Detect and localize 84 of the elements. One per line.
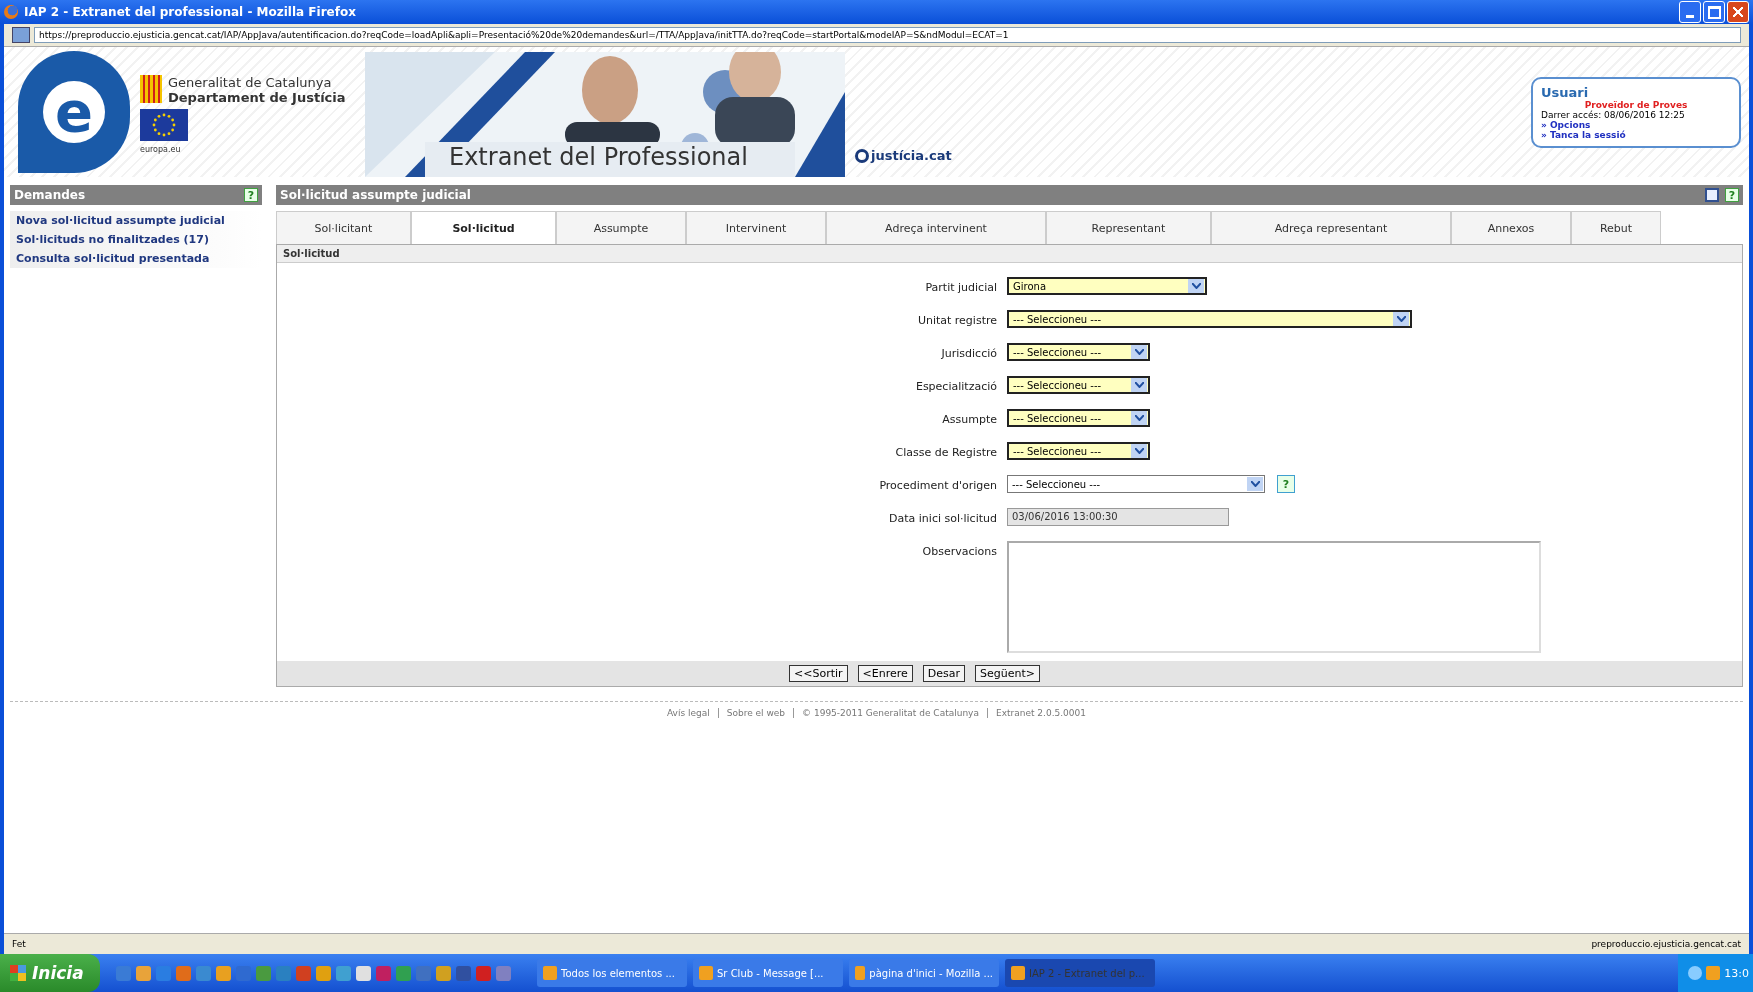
minimize-button[interactable] (1679, 1, 1701, 23)
field-label: Classe de Registre (894, 445, 998, 461)
eu-label: europa.eu (140, 145, 182, 154)
app-icon[interactable] (336, 965, 351, 981)
field-label: Data inici sol·licitud (888, 511, 998, 527)
app-icon[interactable] (456, 965, 471, 981)
site-logo: justícia.cat (871, 148, 952, 163)
tab[interactable]: Annexos (1451, 211, 1571, 244)
dropdown[interactable]: --- Seleccioneu --- (1007, 310, 1412, 328)
section-title: Sol·licitud (277, 245, 1742, 263)
app-icon[interactable] (216, 965, 231, 981)
windows-logo-icon (10, 965, 26, 981)
tab[interactable]: Representant (1046, 211, 1211, 244)
dropdown[interactable]: Girona (1007, 277, 1207, 295)
dropdown[interactable]: --- Seleccioneu --- (1007, 376, 1150, 394)
help-button[interactable]: ? (1725, 188, 1739, 202)
field-label: Jurisdicció (940, 346, 998, 362)
app-icon[interactable] (316, 965, 331, 981)
save-icon[interactable] (1705, 188, 1719, 202)
tray-icon[interactable] (1688, 966, 1703, 980)
firefox-icon (4, 5, 18, 19)
form-button[interactable]: Següent> (975, 665, 1040, 682)
window-title: IAP 2 - Extranet del professional - Mozilla Firefox (24, 5, 357, 19)
footer-link[interactable]: Extranet 2.0.5.0001 (995, 708, 1087, 718)
status-host: preproduccio.ejusticia.gencat.cat (1591, 939, 1741, 949)
app-icon[interactable] (176, 965, 191, 981)
last-access: Darrer accés: 08/06/2016 12:25 (1541, 109, 1686, 120)
eu-flag-icon (140, 109, 188, 141)
tab[interactable]: Assumpte (556, 211, 686, 244)
app-icon (855, 966, 866, 980)
page-icon (12, 27, 30, 43)
tray-icon[interactable] (1706, 966, 1721, 980)
close-button[interactable] (1727, 1, 1749, 23)
app-icon[interactable] (356, 965, 371, 981)
footer-link[interactable]: © 1995-2011 Generalitat de Catalunya (802, 708, 979, 718)
field-label: Unitat registre (916, 313, 998, 329)
field-label: Observacions (921, 544, 998, 560)
tab[interactable]: Rebut (1571, 211, 1661, 244)
field-label: Procediment d'origen (878, 478, 998, 494)
flag-icon (140, 75, 162, 103)
tab[interactable]: Adreça intervinent (826, 211, 1046, 244)
department-name: Departament de Justícia (168, 90, 346, 105)
app-icon[interactable] (376, 965, 391, 981)
help-button[interactable]: ? (244, 188, 258, 202)
panel-title: Sol·licitud assumpte judicial (280, 188, 471, 202)
field-label: Assumpte (941, 412, 998, 428)
user-link[interactable]: » Tanca la sessió (1541, 129, 1731, 140)
clock: 13:0 (1724, 966, 1749, 980)
app-icon (543, 966, 557, 980)
app-icon[interactable] (476, 965, 491, 981)
form-button[interactable]: <<Sortir (789, 665, 848, 682)
field-label: Partit judicial (924, 280, 998, 296)
tab[interactable]: Intervinent (686, 211, 826, 244)
start-button[interactable]: Inicia (0, 954, 100, 992)
app-icon[interactable] (136, 965, 151, 981)
taskbar-button[interactable]: Todos los elementos ... (537, 959, 687, 987)
address-field[interactable]: https://preproduccio.ejusticia.gencat.cat/IAP/AppJava/autentificacion.do?reqCode=loadApli&apli=Presentació%20de%20demandes&url=/TTA/AppJava/initTTA.do?reqCode=startPortal&modeIAP=S&ndModul=ECAT=1 (34, 27, 1741, 43)
text-area[interactable] (1007, 541, 1541, 653)
user-name: Proveïdor de Proves (1583, 99, 1689, 110)
footer-link[interactable]: Avís legal (666, 708, 710, 718)
user-link[interactable]: » Opcions (1541, 119, 1731, 130)
tab[interactable]: Sol·licitud (411, 211, 556, 244)
maximize-button[interactable] (1703, 1, 1725, 23)
justicia-logo-icon (855, 149, 869, 163)
dropdown[interactable]: --- Seleccioneu --- (1007, 409, 1150, 427)
app-icon (1011, 966, 1025, 980)
app-icon[interactable] (436, 965, 451, 981)
form-button[interactable]: Desar (922, 665, 966, 682)
footer-link[interactable]: Sobre el web (726, 708, 786, 718)
dropdown[interactable]: --- Seleccioneu --- (1007, 343, 1150, 361)
sidebar-title: Demandes (14, 188, 86, 202)
dropdown[interactable]: --- Seleccioneu --- (1007, 475, 1265, 493)
form-button[interactable]: <Enrere (857, 665, 913, 682)
org-name: Generalitat de Catalunya (168, 75, 333, 90)
field-label: Especialització (914, 379, 998, 395)
user-panel-title: Usuari (1541, 84, 1590, 100)
taskbar-button[interactable]: Sr Club - Message [... (693, 959, 843, 987)
help-button[interactable]: ? (1277, 475, 1295, 493)
dropdown[interactable]: --- Seleccioneu --- (1007, 442, 1150, 460)
tab[interactable]: Sol·licitant (276, 211, 411, 244)
taskbar-button[interactable]: pàgina d'inici - Mozilla ... (849, 959, 999, 987)
app-icon (699, 966, 713, 980)
tab[interactable]: Adreça representant (1211, 211, 1451, 244)
status-text: Fet (12, 939, 26, 949)
